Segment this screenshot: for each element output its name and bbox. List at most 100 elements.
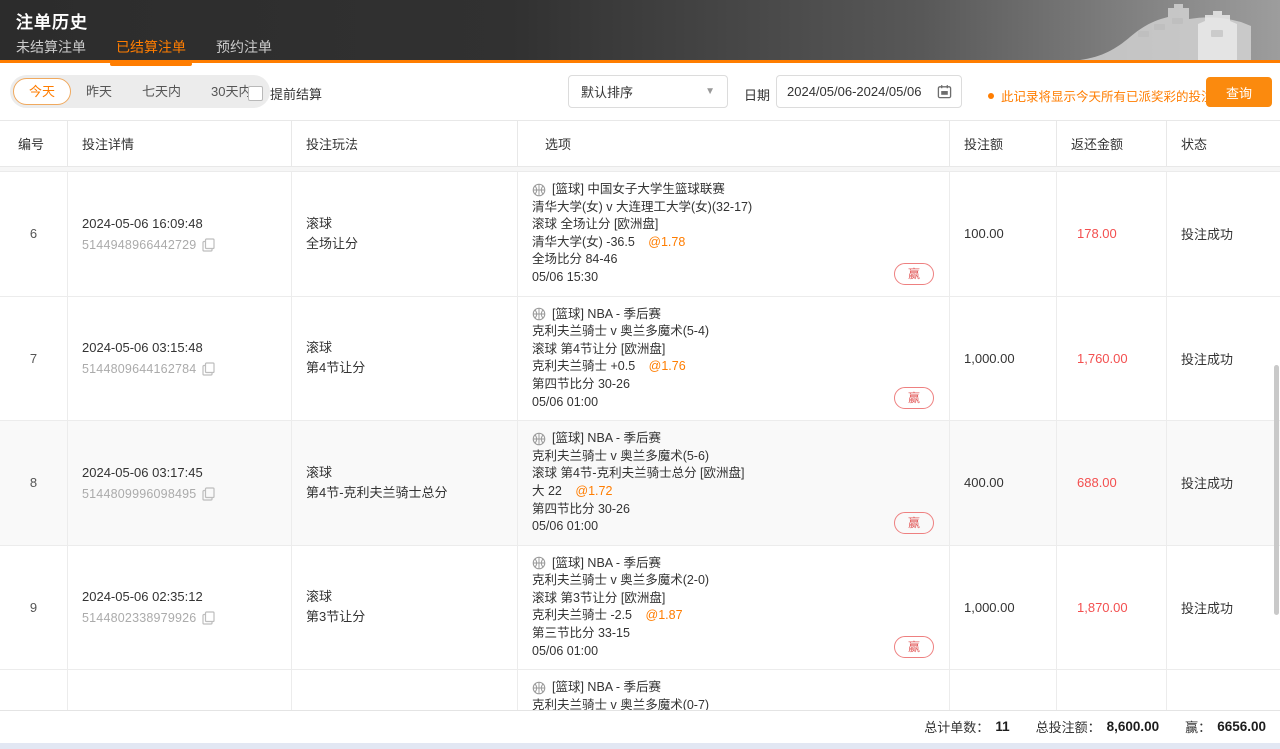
match-teams: 克利夫兰骑士 v 奥兰多魔术(5-4): [532, 323, 935, 341]
page-header: 注单历史 未结算注单 已结算注单 预约注单: [0, 0, 1280, 60]
page-title: 注单历史: [16, 8, 88, 33]
result-badge: 赢: [894, 636, 934, 658]
copy-icon[interactable]: [202, 611, 215, 625]
bet-time: 2024-05-06 02:35:12: [82, 589, 277, 604]
tab-settled-bets[interactable]: 已结算注单: [116, 37, 186, 66]
table-row: 7 2024-05-06 03:15:48 5144809644162784 滚…: [0, 297, 1280, 422]
total-count-value: 11: [995, 719, 1009, 734]
result-badge: 赢: [894, 387, 934, 409]
market-info: 滚球 第4节-克利夫兰骑士总分 [欧洲盘]: [532, 465, 935, 483]
win-amount-value: 6656.00: [1217, 719, 1266, 734]
bet-time: 2024-05-06 16:09:48: [82, 216, 277, 231]
tab-reserved-bets[interactable]: 预约注单: [216, 37, 272, 66]
basketball-icon: [532, 681, 546, 695]
early-settlement-label: 提前结算: [270, 84, 322, 103]
header-tabs: 未结算注单 已结算注单 预约注单: [16, 37, 272, 66]
play-detail: 第3节让分: [306, 607, 503, 627]
col-header-detail: 投注详情: [68, 121, 292, 166]
market-info: 滚球 第3节让分 [欧洲盘]: [532, 590, 935, 608]
table-header: 编号 投注详情 投注玩法 选项 投注额 返还金额 状态: [0, 120, 1280, 167]
bet-status: 投注成功: [1167, 546, 1280, 670]
date-range-value: 2024/05/06-2024/05/06: [787, 84, 921, 99]
sort-dropdown[interactable]: 默认排序 ▼: [568, 75, 728, 108]
filter-yesterday[interactable]: 昨天: [71, 78, 127, 105]
league-name: [篮球] NBA - 季后赛: [552, 555, 661, 573]
early-settlement-option[interactable]: 提前结算: [248, 84, 322, 103]
league-name: [篮球] NBA - 季后赛: [552, 430, 661, 448]
play-type: 滚球: [306, 463, 503, 483]
bet-id: 5144809644162784: [82, 362, 196, 376]
odds-value: @1.87: [646, 608, 683, 622]
copy-icon[interactable]: [202, 362, 215, 376]
pick-selection: 克利夫兰骑士 +0.5: [532, 359, 635, 373]
vertical-scrollbar-thumb[interactable]: [1274, 365, 1279, 615]
bet-status: 投注成功: [1167, 421, 1280, 545]
match-teams: 克利夫兰骑士 v 奥兰多魔术(5-6): [532, 448, 935, 466]
notice-text: 此记录将显示今天所有已派奖彩的投注: [1001, 86, 1214, 105]
col-header-amount: 投注额: [950, 121, 1057, 166]
odds-value: @1.76: [649, 359, 686, 373]
bet-detail-cell: 2024-05-06 16:09:48 5144948966442729: [68, 172, 292, 296]
table-row: 8 2024-05-06 03:17:45 5144809996098495 滚…: [0, 421, 1280, 546]
calendar-icon[interactable]: [937, 84, 952, 99]
basketball-icon: [532, 432, 546, 446]
great-wall-illustration: [1080, 0, 1280, 60]
return-amount: 1,760.00: [1057, 297, 1167, 421]
table-row: 9 2024-05-06 02:35:12 5144802338979926 滚…: [0, 546, 1280, 671]
play-detail: 第4节让分: [306, 358, 503, 378]
total-count-label: 总计单数：: [924, 717, 989, 736]
filter-bar: 今天 昨天 七天内 30天内 提前结算 默认排序 ▼ 日期 2024/05/06…: [0, 63, 1280, 120]
bet-id: 5144809996098495: [82, 487, 196, 501]
col-header-status: 状态: [1167, 121, 1280, 166]
tab-unsettled-bets[interactable]: 未结算注单: [16, 37, 86, 66]
return-amount: 1,870.00: [1057, 546, 1167, 670]
total-amount-value: 8,600.00: [1107, 719, 1160, 734]
basketball-icon: [532, 556, 546, 570]
date-label: 日期: [744, 85, 770, 104]
league-name: [篮球] 中国女子大学生篮球联赛: [552, 181, 725, 199]
payout-notice: 此记录将显示今天所有已派奖彩的投注: [988, 86, 1214, 105]
date-range-input[interactable]: 2024/05/06-2024/05/06: [776, 75, 962, 108]
query-button[interactable]: 查询: [1206, 77, 1272, 107]
play-type-cell: 滚球 第4节-克利夫兰骑士总分: [292, 421, 518, 545]
play-type: 滚球: [306, 214, 503, 234]
bet-number: 6: [0, 172, 68, 296]
bet-time: 2024-05-06 03:17:45: [82, 465, 277, 480]
filter-today[interactable]: 今天: [13, 78, 71, 105]
bet-amount: 1,000.00: [950, 297, 1057, 421]
table-body: 6 2024-05-06 16:09:48 5144948966442729 滚…: [0, 167, 1280, 749]
bet-number: 9: [0, 546, 68, 670]
bet-id: 5144948966442729: [82, 238, 196, 252]
notice-dot-icon: [988, 93, 994, 99]
bet-time: 2024-05-06 03:15:48: [82, 340, 277, 355]
play-type: 滚球: [306, 338, 503, 358]
play-type-cell: 滚球 第3节让分: [292, 546, 518, 670]
match-time: 05/06 15:30: [532, 269, 935, 287]
return-amount: 688.00: [1057, 421, 1167, 545]
market-info: 滚球 全场让分 [欧洲盘]: [532, 216, 935, 234]
basketball-icon: [532, 307, 546, 321]
bet-detail-cell: 2024-05-06 02:35:12 5144802338979926: [68, 546, 292, 670]
early-settlement-checkbox[interactable]: [248, 86, 263, 101]
market-info: 滚球 第4节让分 [欧洲盘]: [532, 341, 935, 359]
odds-value: @1.72: [575, 484, 612, 498]
table-row: 6 2024-05-06 16:09:48 5144948966442729 滚…: [0, 172, 1280, 297]
return-amount: 178.00: [1057, 172, 1167, 296]
option-cell: [篮球] 中国女子大学生篮球联赛 清华大学(女) v 大连理工大学(女)(32-…: [518, 172, 950, 296]
option-cell: [篮球] NBA - 季后赛 克利夫兰骑士 v 奥兰多魔术(5-4) 滚球 第4…: [518, 297, 950, 421]
copy-icon[interactable]: [202, 487, 215, 501]
score-line: 第四节比分 30-26: [532, 501, 935, 519]
bet-history-page: 注单历史 未结算注单 已结算注单 预约注单 今天 昨天 七天内 30天内 提前结…: [0, 0, 1280, 749]
filter-7days[interactable]: 七天内: [127, 78, 196, 105]
play-detail: 第4节-克利夫兰骑士总分: [306, 483, 503, 503]
sort-selected-value: 默认排序: [581, 82, 633, 101]
league-name: [篮球] NBA - 季后赛: [552, 679, 661, 697]
match-time: 05/06 01:00: [532, 394, 935, 412]
col-header-option: 选项: [518, 121, 950, 166]
result-badge: 赢: [894, 512, 934, 534]
score-line: 第四节比分 30-26: [532, 376, 935, 394]
play-detail: 全场让分: [306, 234, 503, 254]
total-amount-label: 总投注额：: [1036, 717, 1101, 736]
copy-icon[interactable]: [202, 238, 215, 252]
col-header-return: 返还金额: [1057, 121, 1167, 166]
